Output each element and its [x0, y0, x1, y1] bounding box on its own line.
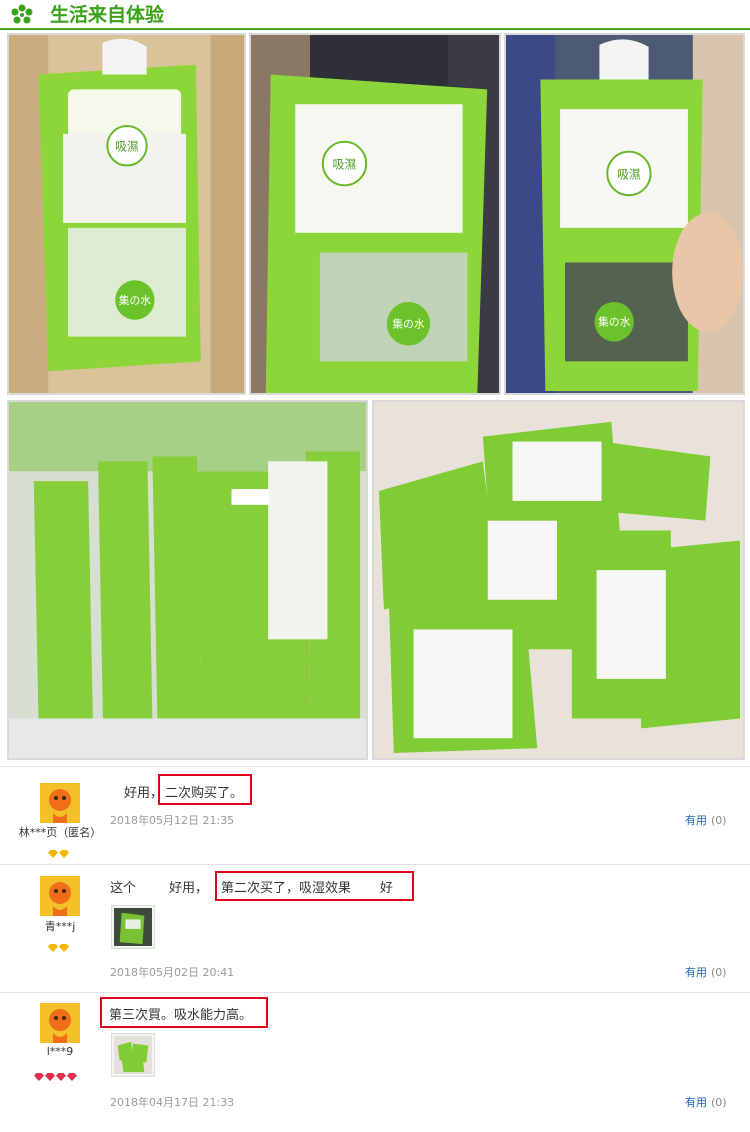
diamond-icon [34, 1073, 44, 1081]
useful-count: (0) [711, 1096, 727, 1109]
review-item: l***9 第三次買。吸水能力高。 2018年04月17日 21:33 有用 (0… [0, 993, 750, 1123]
username: 青***j [44, 920, 76, 933]
review-date: 2018年05月12日 21:35 [110, 814, 235, 827]
diamond-icon [59, 850, 69, 858]
photo-hand-holding-bag[interactable]: 吸濕 集の水 [249, 33, 501, 395]
diamond-icon [48, 850, 58, 858]
photo-hanging-bag-closet[interactable]: 吸濕 集の水 [504, 33, 745, 395]
review-content-highlight: 第二次买了，吸湿效果 好 [221, 881, 393, 896]
avatar [40, 1003, 80, 1043]
diamond-icon [56, 1073, 66, 1081]
diamond-icon [59, 944, 69, 952]
bag-absorb-text: 吸濕 [617, 167, 641, 181]
avatar [40, 783, 80, 823]
user-level-badges [48, 843, 70, 858]
useful-label[interactable]: 有用 [685, 966, 707, 979]
bag-water-text: 集の水 [598, 315, 631, 329]
review-content-highlight: 二次购买了。 [165, 786, 244, 801]
photo-thumbnail-image [114, 1036, 152, 1074]
user-level-badges [48, 937, 70, 952]
useful-button[interactable]: 有用 (0) [685, 812, 727, 828]
bag-absorb-text: 吸濕 [333, 157, 357, 171]
useful-label[interactable]: 有用 [685, 1096, 707, 1109]
photo-bags-in-package[interactable] [7, 400, 368, 760]
review-content-highlight: 第三次買。吸水能力高。 [109, 1008, 253, 1023]
section-title: 生活来自体验 [50, 4, 165, 26]
review-photo-thumbnail[interactable] [111, 905, 155, 949]
review-photo-thumbnail[interactable] [111, 1033, 155, 1077]
useful-button[interactable]: 有用 (0) [685, 1094, 727, 1110]
photo-pile-of-bags[interactable] [372, 400, 745, 760]
useful-button[interactable]: 有用 (0) [685, 964, 727, 980]
review-date: 2018年05月02日 20:41 [110, 966, 235, 979]
avatar [40, 876, 80, 916]
diamond-icon [45, 1073, 55, 1081]
username: 林***页（匿名） [18, 826, 102, 839]
bag-water-text: 集の水 [119, 293, 152, 307]
review-item: 青***j 这个 好用， 第二次买了，吸湿效果 好 2018年05月02日 20… [0, 865, 750, 992]
diamond-icon [67, 1073, 77, 1081]
username: l***9 [46, 1045, 74, 1058]
photo-hanging-bag-wardrobe[interactable]: 吸濕 集の水 [7, 33, 246, 395]
diamond-icon [48, 944, 58, 952]
section-header: 生活来自体验 [0, 0, 750, 30]
bag-water-text: 集の水 [392, 317, 425, 331]
review-item: 林***页（匿名） 好用， 二次购买了。 2018年05月12日 21:35 有… [0, 767, 750, 864]
useful-count: (0) [711, 966, 727, 979]
review-content-prefix: 这个 好用， [110, 881, 209, 896]
useful-count: (0) [711, 814, 727, 827]
flower-icon [11, 4, 33, 24]
photo-thumbnail-image [114, 908, 152, 946]
user-level-badges [34, 1066, 78, 1081]
review-date: 2018年04月17日 21:33 [110, 1096, 235, 1109]
bag-absorb-text: 吸濕 [115, 140, 139, 154]
useful-label[interactable]: 有用 [685, 814, 707, 827]
